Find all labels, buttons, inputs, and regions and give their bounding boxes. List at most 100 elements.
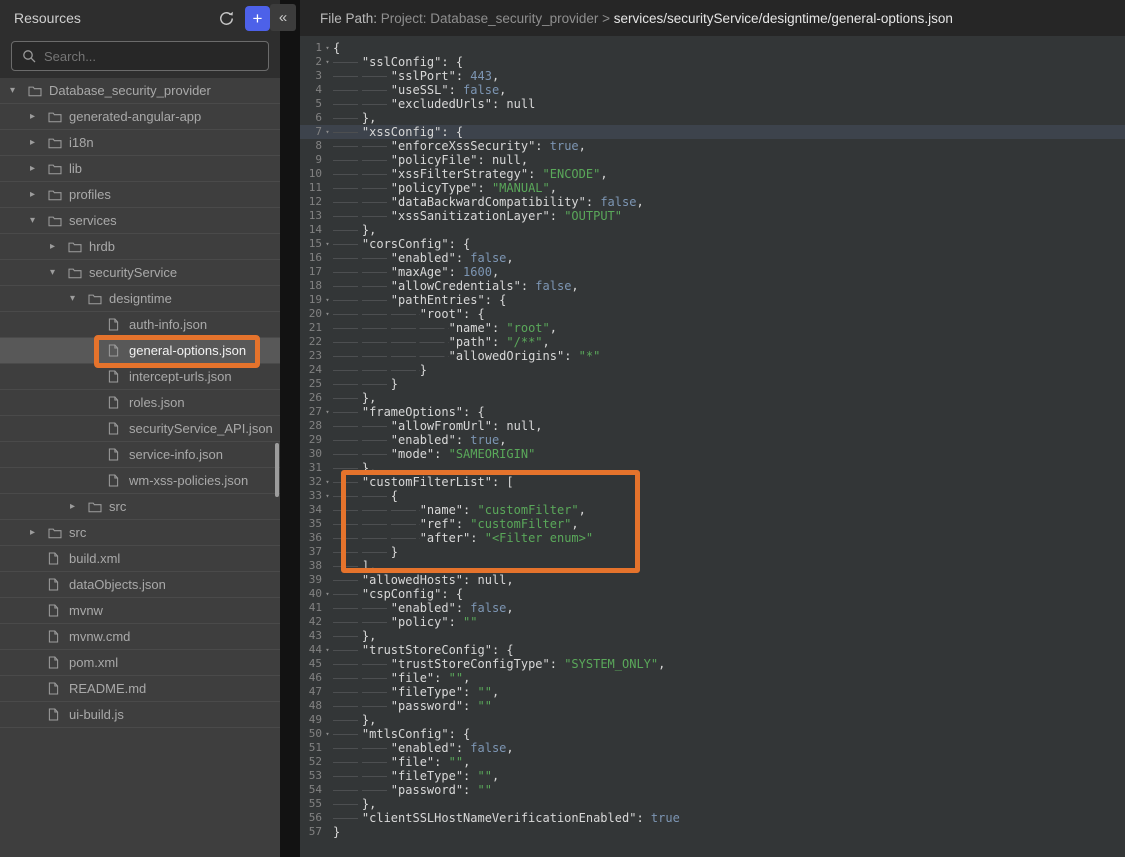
code-text[interactable]: "useSSL": false,: [333, 83, 506, 97]
code-text[interactable]: },: [333, 223, 376, 237]
tree-item-pom.xml[interactable]: pom.xml: [0, 650, 280, 676]
tree-item-src[interactable]: ▸src: [0, 494, 280, 520]
fold-toggle-icon[interactable]: ▾: [322, 727, 333, 741]
code-text[interactable]: "policyType": "MANUAL",: [333, 181, 557, 195]
code-text[interactable]: "allowCredentials": false,: [333, 279, 579, 293]
fold-toggle-icon[interactable]: ▾: [322, 41, 333, 55]
code-text[interactable]: "sslPort": 443,: [333, 69, 499, 83]
code-text[interactable]: "policyFile": null,: [333, 153, 528, 167]
fold-toggle-icon[interactable]: ▾: [322, 55, 333, 69]
tree-item-generated-angular-app[interactable]: ▸generated-angular-app: [0, 104, 280, 130]
chevron-right-icon[interactable]: ▸: [30, 137, 48, 148]
code-text[interactable]: }: [333, 825, 340, 839]
fold-toggle-icon[interactable]: ▾: [322, 125, 333, 139]
code-text[interactable]: "after": "<Filter enum>": [333, 531, 593, 545]
code-text[interactable]: "pathEntries": {: [333, 293, 506, 307]
code-text[interactable]: },: [333, 111, 376, 125]
code-text[interactable]: "maxAge": 1600,: [333, 265, 499, 279]
tree-item-roles.json[interactable]: roles.json: [0, 390, 280, 416]
code-text[interactable]: },: [333, 713, 376, 727]
code-text[interactable]: "enabled": false,: [333, 741, 514, 755]
code-text[interactable]: },: [333, 797, 376, 811]
code-text[interactable]: "enabled": false,: [333, 251, 514, 265]
fold-toggle-icon[interactable]: ▾: [322, 643, 333, 657]
chevron-right-icon[interactable]: ▸: [30, 111, 48, 122]
code-text[interactable]: }: [333, 545, 398, 559]
fold-toggle-icon[interactable]: ▾: [322, 293, 333, 307]
code-text[interactable]: "path": "/**",: [333, 335, 550, 349]
tree-item-profiles[interactable]: ▸profiles: [0, 182, 280, 208]
code-text[interactable]: "cspConfig": {: [333, 587, 463, 601]
tree-item-intercept-urls.json[interactable]: intercept-urls.json: [0, 364, 280, 390]
code-text[interactable]: "trustStoreConfigType": "SYSTEM_ONLY",: [333, 657, 665, 671]
code-text[interactable]: "mtlsConfig": {: [333, 727, 470, 741]
code-text[interactable]: "enforceXssSecurity": true,: [333, 139, 586, 153]
code-text[interactable]: "xssSanitizationLayer": "OUTPUT": [333, 209, 622, 223]
code-text[interactable]: },: [333, 461, 376, 475]
code-text[interactable]: "fileType": "",: [333, 685, 499, 699]
code-text[interactable]: "frameOptions": {: [333, 405, 485, 419]
code-text[interactable]: },: [333, 391, 376, 405]
fold-toggle-icon[interactable]: ▾: [322, 475, 333, 489]
code-text[interactable]: "policy": "": [333, 615, 478, 629]
code-text[interactable]: "xssConfig": {: [333, 125, 463, 139]
code-text[interactable]: "sslConfig": {: [333, 55, 463, 69]
code-text[interactable]: "root": {: [333, 307, 485, 321]
code-text[interactable]: "password": "": [333, 783, 492, 797]
code-text[interactable]: "dataBackwardCompatibility": false,: [333, 195, 644, 209]
code-text[interactable]: "xssFilterStrategy": "ENCODE",: [333, 167, 608, 181]
code-text[interactable]: }: [333, 377, 398, 391]
code-text[interactable]: "ref": "customFilter",: [333, 517, 579, 531]
tree-item-securityService[interactable]: ▾securityService: [0, 260, 280, 286]
tree-item-lib[interactable]: ▸lib: [0, 156, 280, 182]
collapse-panel-button[interactable]: «: [270, 4, 296, 31]
chevron-right-icon[interactable]: ▸: [30, 527, 48, 538]
code-text[interactable]: "enabled": false,: [333, 601, 514, 615]
code-text[interactable]: "clientSSLHostNameVerificationEnabled": …: [333, 811, 680, 825]
tree-item-ui-build.js[interactable]: ui-build.js: [0, 702, 280, 728]
fold-toggle-icon[interactable]: ▾: [322, 587, 333, 601]
code-text[interactable]: "trustStoreConfig": {: [333, 643, 514, 657]
refresh-icon[interactable]: [216, 8, 236, 28]
tree-item-securityService_API.json[interactable]: securityService_API.json: [0, 416, 280, 442]
code-text[interactable]: "fileType": "",: [333, 769, 499, 783]
code-text[interactable]: {: [333, 489, 398, 503]
tree-item-build.xml[interactable]: build.xml: [0, 546, 280, 572]
code-text[interactable]: "mode": "SAMEORIGIN": [333, 447, 535, 461]
chevron-right-icon[interactable]: ▸: [30, 189, 48, 200]
code-text[interactable]: "password": "": [333, 699, 492, 713]
fold-toggle-icon[interactable]: ▾: [322, 307, 333, 321]
tree-item-i18n[interactable]: ▸i18n: [0, 130, 280, 156]
chevron-down-icon[interactable]: ▾: [50, 267, 68, 278]
code-text[interactable]: "allowedOrigins": "*": [333, 349, 600, 363]
code-text[interactable]: "enabled": true,: [333, 433, 506, 447]
code-text[interactable]: "customFilterList": [: [333, 475, 514, 489]
code-text[interactable]: "file": "",: [333, 671, 470, 685]
chevron-down-icon[interactable]: ▾: [10, 85, 28, 96]
chevron-right-icon[interactable]: ▸: [70, 501, 88, 512]
tree-item-service-info.json[interactable]: service-info.json: [0, 442, 280, 468]
code-text[interactable]: },: [333, 629, 376, 643]
tree-item-src[interactable]: ▸src: [0, 520, 280, 546]
code-text[interactable]: "excludedUrls": null: [333, 97, 535, 111]
fold-toggle-icon[interactable]: ▾: [322, 405, 333, 419]
tree-item-mvnw[interactable]: mvnw: [0, 598, 280, 624]
chevron-down-icon[interactable]: ▾: [70, 293, 88, 304]
tree-item-wm-xss-policies.json[interactable]: wm-xss-policies.json: [0, 468, 280, 494]
code-text[interactable]: "allowFromUrl": null,: [333, 419, 543, 433]
code-text[interactable]: "name": "customFilter",: [333, 503, 586, 517]
code-text[interactable]: }: [333, 363, 427, 377]
tree-item-auth-info.json[interactable]: auth-info.json: [0, 312, 280, 338]
sidebar-scrollbar-thumb[interactable]: [275, 443, 279, 497]
tree-item-services[interactable]: ▾services: [0, 208, 280, 234]
code-text[interactable]: "allowedHosts": null,: [333, 573, 514, 587]
tree-item-hrdb[interactable]: ▸hrdb: [0, 234, 280, 260]
chevron-right-icon[interactable]: ▸: [50, 241, 68, 252]
tree-item-designtime[interactable]: ▾designtime: [0, 286, 280, 312]
fold-toggle-icon[interactable]: ▾: [322, 237, 333, 251]
add-resource-button[interactable]: +: [245, 6, 270, 31]
chevron-right-icon[interactable]: ▸: [30, 163, 48, 174]
code-text[interactable]: ],: [333, 559, 376, 573]
code-text[interactable]: "name": "root",: [333, 321, 557, 335]
search-input[interactable]: [11, 41, 269, 71]
